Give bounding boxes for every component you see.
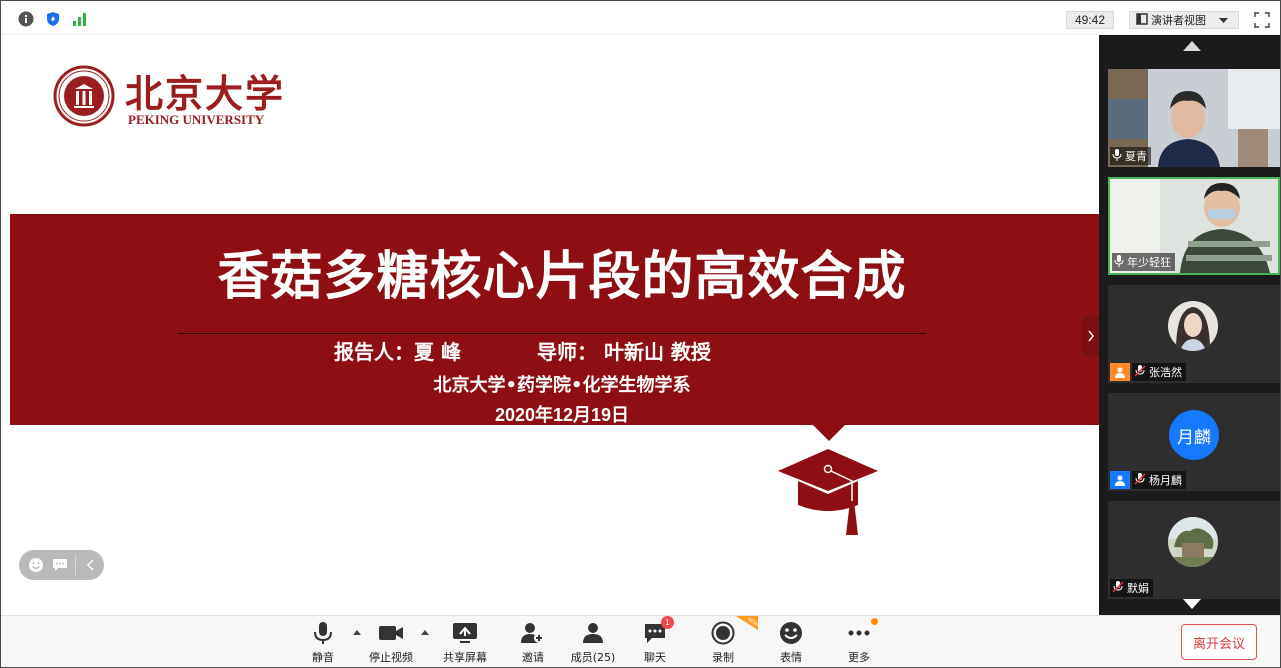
members-icon bbox=[580, 620, 606, 646]
top-bar: 49:42 演讲者视图 bbox=[1, 1, 1280, 35]
participant-name-label: 张浩然 bbox=[1132, 363, 1186, 381]
audio-options-caret[interactable] bbox=[353, 630, 361, 635]
reactions-label: 表情 bbox=[780, 651, 802, 664]
video-options-caret[interactable] bbox=[421, 630, 429, 635]
microphone-icon bbox=[1114, 254, 1124, 270]
controls-divider bbox=[75, 555, 76, 575]
participant-name: 杨月麟 bbox=[1149, 474, 1182, 487]
participant-name-label: 默娟 bbox=[1110, 579, 1153, 597]
avatar bbox=[1168, 301, 1218, 351]
chat-button[interactable]: 1 聊天 bbox=[625, 616, 685, 666]
more-icon bbox=[846, 618, 878, 646]
participant-tile[interactable]: 默娟 bbox=[1108, 501, 1280, 599]
meeting-timer: 49:42 bbox=[1066, 11, 1114, 29]
members-label: 成员(25) bbox=[570, 651, 616, 664]
pku-seal-logo bbox=[53, 65, 115, 131]
record-label: 录制 bbox=[712, 651, 734, 664]
meeting-window: 49:42 演讲者视图 北京大学 PEKING UNIVERSITY 香菇多糖核… bbox=[0, 0, 1281, 668]
panel-toggle-button[interactable] bbox=[1082, 316, 1099, 356]
graduation-cap-icon bbox=[776, 447, 880, 541]
shared-slide: 北京大学 PEKING UNIVERSITY 香菇多糖核心片段的高效合成 报告人… bbox=[1, 35, 1099, 615]
microphone-icon bbox=[1112, 148, 1122, 164]
leave-meeting-button[interactable]: 离开会议 bbox=[1181, 624, 1257, 660]
reactions-button[interactable]: 表情 bbox=[761, 620, 821, 666]
new-tag: NEW bbox=[736, 616, 758, 630]
participant-name: 年少轻狂 bbox=[1127, 256, 1171, 269]
notification-dot bbox=[871, 618, 878, 625]
participant-name: 张浩然 bbox=[1149, 366, 1182, 379]
participant-tile[interactable]: 月麟 杨月麟 bbox=[1108, 393, 1280, 491]
department-text: 北京大学•药学院•化学生物学系 bbox=[433, 375, 691, 396]
emoji-icon[interactable] bbox=[27, 556, 45, 574]
participant-name: 默娟 bbox=[1127, 582, 1149, 595]
avatar bbox=[1168, 517, 1218, 567]
participant-panel: 夏青 年少轻狂 张浩然 月麟 杨月麟 默娟 bbox=[1099, 35, 1280, 615]
invite-button[interactable]: 邀请 bbox=[503, 620, 563, 666]
view-icon bbox=[1136, 12, 1148, 28]
shield-icon[interactable] bbox=[44, 10, 62, 28]
video-camera-icon bbox=[378, 620, 404, 646]
chat-icon: 1 bbox=[642, 616, 674, 646]
comment-icon[interactable] bbox=[51, 556, 69, 574]
title-banner: 香菇多糖核心片段的高效合成 报告人：夏 峰 导师： 叶新山 教授 北京大学•药学… bbox=[10, 214, 1099, 425]
participant-name: 夏青 bbox=[1125, 150, 1147, 163]
record-icon bbox=[710, 620, 736, 646]
chevron-left-icon[interactable] bbox=[82, 556, 100, 574]
microphone-icon bbox=[310, 620, 336, 646]
info-icon[interactable] bbox=[17, 10, 35, 28]
chat-label: 聊天 bbox=[644, 651, 666, 664]
stop-video-button[interactable]: 停止视频 bbox=[361, 620, 421, 666]
advisor-text: 导师： 叶新山 教授 bbox=[537, 340, 711, 364]
banner-divider bbox=[178, 333, 926, 334]
view-label: 演讲者视图 bbox=[1151, 14, 1206, 27]
slide-title: 香菇多糖核心片段的高效合成 bbox=[217, 247, 907, 307]
user-badge-icon bbox=[1110, 363, 1130, 381]
participant-name-label: 夏青 bbox=[1110, 147, 1151, 165]
microphone-muted-icon bbox=[1112, 580, 1124, 596]
meeting-toolbar: 静音 停止视频 共享屏幕 邀请 成员(25) 1 聊天 录制 NEW 表情 更多… bbox=[1, 615, 1280, 667]
avatar: 月麟 bbox=[1169, 410, 1219, 460]
fullscreen-icon[interactable] bbox=[1253, 11, 1271, 29]
share-screen-icon bbox=[452, 620, 478, 646]
scroll-down-icon[interactable] bbox=[1183, 599, 1201, 609]
microphone-muted-icon bbox=[1134, 364, 1146, 380]
university-name-english: PEKING UNIVERSITY bbox=[128, 112, 265, 127]
share-screen-button[interactable]: 共享屏幕 bbox=[435, 620, 495, 666]
more-button[interactable]: 更多 bbox=[829, 618, 889, 666]
slide-controls bbox=[19, 550, 104, 580]
participant-tile[interactable]: 夏青 bbox=[1108, 69, 1280, 167]
reporter-text: 报告人：夏 峰 bbox=[334, 340, 461, 364]
microphone-muted-icon bbox=[1134, 472, 1146, 488]
banner-notch bbox=[813, 425, 845, 441]
chat-unread-badge: 1 bbox=[661, 616, 674, 629]
smiley-icon bbox=[778, 620, 804, 646]
date-text: 2020年12月19日 bbox=[494, 405, 630, 425]
user-badge-icon bbox=[1110, 471, 1130, 489]
signal-icon[interactable] bbox=[71, 10, 89, 28]
mute-label: 静音 bbox=[312, 651, 334, 664]
add-user-icon bbox=[520, 620, 546, 646]
participant-tile-active-speaker[interactable]: 年少轻狂 bbox=[1108, 177, 1280, 275]
participant-name-label: 年少轻狂 bbox=[1112, 253, 1175, 271]
speaker-view-button[interactable]: 演讲者视图 bbox=[1129, 11, 1239, 29]
more-label: 更多 bbox=[848, 651, 870, 664]
members-button[interactable]: 成员(25) bbox=[563, 620, 623, 666]
share-screen-label: 共享屏幕 bbox=[443, 651, 487, 664]
participant-name-label: 杨月麟 bbox=[1132, 471, 1186, 489]
chevron-down-icon bbox=[1219, 14, 1228, 27]
university-name: 北京大学 bbox=[125, 71, 286, 116]
participant-tile[interactable]: 张浩然 bbox=[1108, 285, 1280, 383]
stop-video-label: 停止视频 bbox=[369, 651, 413, 664]
invite-label: 邀请 bbox=[522, 651, 544, 664]
mute-button[interactable]: 静音 bbox=[293, 620, 353, 666]
scroll-up-icon[interactable] bbox=[1183, 41, 1201, 51]
